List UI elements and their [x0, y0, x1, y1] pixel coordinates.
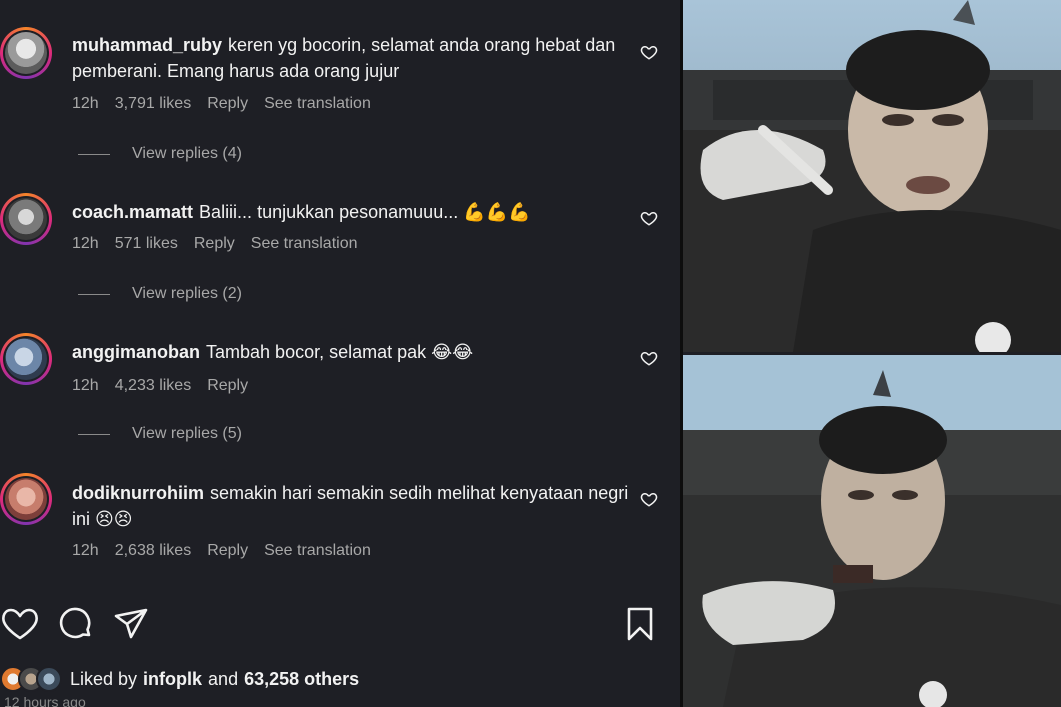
liked-by-row[interactable]: Liked by infoplk and 63,258 others — [0, 664, 359, 694]
view-replies-button[interactable]: View replies (2) — [78, 285, 242, 303]
comment-meta: 12h 4,233 likes Reply — [72, 377, 248, 395]
reply-button[interactable]: Reply — [207, 377, 248, 395]
video-frame-top — [683, 0, 1061, 352]
comment-likes[interactable]: 571 likes — [115, 235, 178, 253]
comment-body: Tambah bocor, selamat pak 😂😂 — [206, 342, 474, 362]
divider-line — [78, 433, 110, 435]
view-replies-label: View replies (5) — [132, 425, 242, 442]
like-comment-heart-icon[interactable] — [640, 349, 658, 367]
like-comment-heart-icon[interactable] — [640, 209, 658, 227]
view-replies-button[interactable]: View replies (5) — [78, 425, 242, 443]
like-comment-heart-icon[interactable] — [640, 490, 658, 508]
bookmark-icon[interactable] — [620, 604, 660, 644]
liker-avatar — [36, 666, 62, 692]
comment-meta: 12h 571 likes Reply See translation — [72, 235, 358, 253]
comment-text: anggimanoban Tambah bocor, selamat pak 😂😂 — [72, 339, 632, 365]
share-icon[interactable] — [112, 604, 152, 644]
like-comment-heart-icon[interactable] — [640, 43, 658, 61]
comment-body: Baliii... tunjukkan pesonamuuu... 💪💪💪 — [199, 202, 531, 222]
divider-line — [78, 293, 110, 295]
comment-username[interactable]: dodiknurrohiim — [72, 483, 204, 503]
comment-text: coach.mamatt Baliii... tunjukkan pesonamu… — [72, 199, 632, 225]
video-still-image — [683, 355, 1061, 707]
liked-by-and: and — [208, 668, 239, 689]
comment-text: dodiknurrohiim semakin hari semakin sedih… — [72, 480, 632, 532]
comment-time: 12h — [72, 95, 99, 112]
comment-username[interactable]: muhammad_ruby — [72, 35, 222, 55]
avatar[interactable] — [0, 333, 52, 385]
comment-text: muhammad_ruby keren yg bocorin, selamat a… — [72, 32, 632, 84]
comment-icon[interactable] — [56, 604, 96, 644]
reply-button[interactable]: Reply — [207, 542, 248, 560]
heart-icon[interactable] — [0, 604, 40, 644]
post-time-ago: 12 hours ago — [4, 694, 86, 707]
comment-likes[interactable]: 4,233 likes — [115, 377, 192, 395]
comments-panel: muhammad_ruby keren yg bocorin, selamat a… — [0, 0, 680, 707]
avatar[interactable] — [0, 193, 52, 245]
see-translation-button[interactable]: See translation — [264, 95, 371, 113]
video-still-image — [683, 0, 1061, 352]
comment-username[interactable]: coach.mamatt — [72, 202, 193, 222]
liked-by-prefix: Liked by — [70, 668, 138, 689]
avatar[interactable] — [0, 473, 52, 525]
comment-meta: 12h 2,638 likes Reply See translation — [72, 542, 371, 560]
divider-line — [78, 153, 110, 155]
see-translation-button[interactable]: See translation — [251, 235, 358, 253]
liked-by-user[interactable]: infoplk — [143, 669, 202, 690]
reply-button[interactable]: Reply — [207, 95, 248, 113]
view-replies-button[interactable]: View replies (4) — [78, 145, 242, 163]
reply-button[interactable]: Reply — [194, 235, 235, 253]
comment-time: 12h — [72, 542, 99, 559]
post-action-bar — [0, 604, 680, 648]
view-replies-label: View replies (2) — [132, 285, 242, 302]
comment-time: 12h — [72, 377, 99, 394]
comment-username[interactable]: anggimanoban — [72, 342, 200, 362]
liked-by-others[interactable]: 63,258 others — [244, 669, 359, 690]
comment-meta: 12h 3,791 likes Reply See translation — [72, 95, 371, 113]
video-frame-bottom — [683, 355, 1061, 707]
view-replies-label: View replies (4) — [132, 145, 242, 162]
comment-likes[interactable]: 3,791 likes — [115, 95, 192, 113]
comment-likes[interactable]: 2,638 likes — [115, 542, 192, 560]
comment-time: 12h — [72, 235, 99, 252]
avatar[interactable] — [0, 27, 52, 79]
see-translation-button[interactable]: See translation — [264, 542, 371, 560]
